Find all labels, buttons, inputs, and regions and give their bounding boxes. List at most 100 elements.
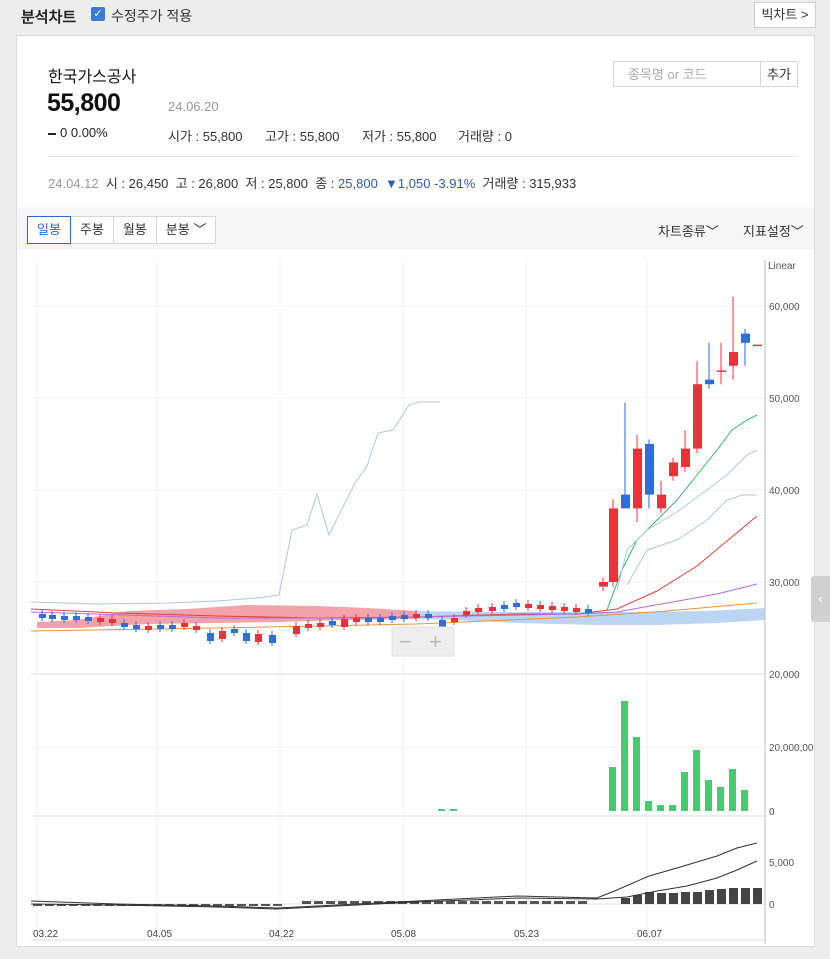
candle-body: [599, 582, 608, 587]
candle-body: [413, 614, 420, 618]
volume: 거래량 : 0: [458, 129, 512, 144]
divider: [47, 156, 798, 157]
macd-histogram-bar: [633, 895, 642, 904]
macd-histogram-bar: [261, 904, 270, 906]
price-chart[interactable]: Linear 60,000 50,000 40,000 30,000 20,000 − +20…: [17, 250, 814, 944]
macd-histogram-bar: [237, 904, 246, 906]
volume-bar: [609, 767, 616, 811]
candle-body: [317, 623, 324, 627]
candle-body: [193, 626, 200, 630]
period-tabs: 일봉 주봉 월봉 분봉 ﹀: [27, 216, 217, 244]
candle-body: [585, 609, 592, 613]
candle-body: [669, 462, 678, 477]
adjusted-price-label[interactable]: 수정주가 적용: [111, 6, 192, 26]
search-input[interactable]: 종목명 or 코드: [613, 61, 761, 87]
page-title: 분석차트: [21, 9, 77, 26]
high-price: 고가 : 55,800: [265, 129, 340, 144]
top-bar: 분석차트 ✓ 수정주가 적용 빅차트 >: [0, 0, 830, 30]
indicator-menu[interactable]: 지표설정﹀: [743, 221, 804, 240]
macd-tick-label: 0: [769, 900, 775, 911]
candle-body: [657, 494, 666, 509]
candle-body: [729, 352, 738, 366]
chevron-down-icon: ﹀: [705, 224, 719, 239]
candle-body: [269, 635, 276, 643]
volume-bar: [681, 772, 688, 811]
candle-body: [501, 605, 508, 609]
macd-histogram-bar: [458, 901, 467, 904]
candle-body: [705, 379, 714, 385]
chart-toolbar: 일봉 주봉 월봉 분봉 ﹀ 차트종류﹀ 지표설정﹀: [17, 207, 814, 250]
candle-body: [389, 616, 396, 620]
tab-monthly[interactable]: 월봉: [114, 217, 157, 243]
macd-histogram-bar: [669, 893, 678, 904]
macd-histogram-bar: [249, 904, 258, 906]
candle-body: [353, 618, 360, 622]
candle-body: [231, 629, 238, 633]
candle-body: [451, 618, 458, 622]
date-tick-label: 06.07: [637, 929, 662, 940]
adjusted-price-checkbox[interactable]: ✓: [91, 7, 105, 21]
prev-open: 시 : 26,450: [105, 176, 169, 191]
zoom-out-icon[interactable]: −: [399, 629, 412, 654]
macd-histogram-bar: [273, 904, 282, 906]
candle-body: [293, 626, 300, 634]
macd-histogram-bar: [470, 901, 479, 904]
macd-histogram-bar: [530, 901, 539, 904]
flat-icon: [48, 132, 56, 135]
volume-bar: [693, 750, 700, 811]
macd-histogram-bar: [338, 901, 347, 904]
volume-bar: [717, 787, 724, 811]
candle-body: [243, 633, 250, 641]
chart-panel: 한국가스공사 55,800 24.06.20 0 0.00% 시가 : 55,8…: [16, 35, 815, 947]
chart-type-menu[interactable]: 차트종류﹀: [658, 221, 719, 240]
date-tick-label: 04.05: [147, 929, 172, 940]
volume-bar: [705, 780, 712, 811]
price-tick-label: 20,000: [769, 670, 800, 681]
candle-body: [207, 633, 214, 641]
price-tick-label: 30,000: [769, 578, 800, 589]
volume-tick-label: 0: [769, 807, 775, 818]
prev-close-label: 종 :: [315, 176, 335, 191]
macd-histogram-bar: [302, 901, 311, 904]
price-tick-label: 50,000: [769, 394, 800, 405]
macd-histogram-bar: [506, 901, 515, 904]
price-change: 0 0.00%: [48, 125, 108, 140]
macd-histogram-bar: [657, 893, 666, 904]
tab-daily[interactable]: 일봉: [27, 216, 71, 244]
volume-tick-label: 20,000,000: [769, 743, 814, 754]
volume-bar: [657, 805, 664, 811]
prev-date: 24.04.12: [48, 176, 99, 191]
add-button[interactable]: 추가: [760, 61, 798, 87]
macd-histogram-bar: [225, 904, 234, 906]
prev-high: 고 : 26,800: [175, 176, 239, 191]
low-price: 저가 : 55,800: [362, 129, 437, 144]
scale-label: Linear: [768, 261, 796, 272]
price-tick-label: 40,000: [769, 486, 800, 497]
prev-day-info: 24.04.12 시 : 26,450 고 : 26,800 저 : 25,80…: [48, 173, 576, 192]
zoom-in-icon[interactable]: +: [429, 629, 442, 654]
candle-body: [109, 619, 116, 623]
candle-body: [73, 616, 80, 620]
date-tick-label: 04.22: [269, 929, 294, 940]
macd-histogram-bar: [621, 898, 630, 904]
volume-bar: [645, 801, 652, 811]
macd-histogram-bar: [693, 892, 702, 904]
change-value: 0: [60, 125, 68, 140]
candle-body: [561, 607, 568, 611]
macd-histogram-bar: [753, 888, 762, 904]
macd-histogram-bar: [741, 888, 750, 904]
candle-body: [401, 615, 408, 619]
price-tick-label: 60,000: [769, 302, 800, 313]
change-percent: 0.00%: [70, 125, 108, 140]
chevron-down-icon: ﹀: [790, 224, 804, 239]
tab-weekly[interactable]: 주봉: [71, 217, 114, 243]
candle-body: [525, 604, 532, 608]
candle-body: [169, 625, 176, 629]
prev-close: 25,800: [338, 176, 378, 191]
candle-body: [85, 617, 92, 621]
big-chart-button[interactable]: 빅차트 >: [754, 2, 816, 28]
tab-minute[interactable]: 분봉 ﹀: [157, 217, 216, 243]
macd-histogram-bar: [482, 901, 491, 904]
macd-histogram-bar: [645, 892, 654, 904]
collapse-panel-tab[interactable]: ‹: [811, 576, 830, 622]
